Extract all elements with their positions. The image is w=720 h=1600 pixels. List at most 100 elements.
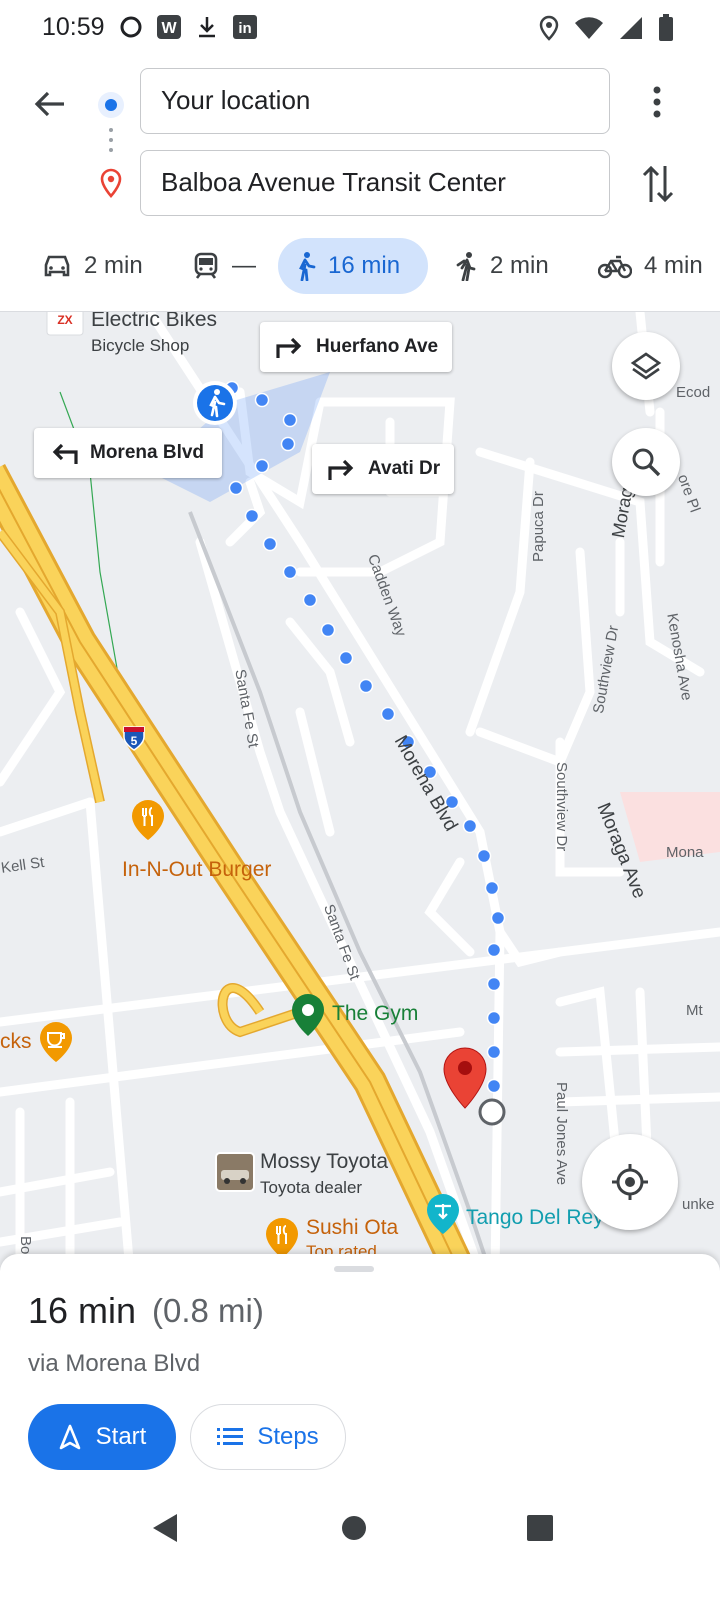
route-dot <box>476 848 492 864</box>
status-time: 10:59 <box>42 13 105 41</box>
route-dot <box>380 706 396 722</box>
poi-sushi-ota[interactable]: Sushi Ota <box>306 1216 398 1240</box>
route-via: via Morena Blvd <box>28 1350 201 1377</box>
wifi-icon <box>575 17 603 39</box>
restaurant-pin-icon[interactable] <box>130 798 166 842</box>
poi-the-gym[interactable]: The Gym <box>332 1002 418 1026</box>
turn-card-morena[interactable]: Morena Blvd <box>34 428 222 478</box>
turn-right-icon <box>276 337 302 358</box>
route-summary-sheet[interactable]: 16 min (0.8 mi) via Morena Blvd Start St… <box>0 1254 720 1490</box>
current-location-walker-icon <box>193 381 237 425</box>
route-dot <box>282 412 298 428</box>
origin-field[interactable]: Your location <box>140 68 610 134</box>
mossy-toyota-thumbnail[interactable] <box>215 1152 255 1192</box>
tab-transit-label: — <box>232 252 256 279</box>
svg-text:W: W <box>161 20 177 37</box>
transit-icon <box>194 252 218 279</box>
rideshare-icon <box>456 252 476 281</box>
route-duration: 16 min <box>28 1290 137 1331</box>
map-view[interactable]: 5 Cadden Way Papuca Dr Southview Dr Sout… <box>0 312 720 1272</box>
tab-rideshare-label: 2 min <box>490 252 549 279</box>
poi-mossy-toyota[interactable]: Mossy Toyota <box>260 1150 388 1174</box>
my-location-button[interactable] <box>582 1134 678 1230</box>
poi-electric-bikes[interactable]: Electric Bikes <box>91 312 217 332</box>
route-dot <box>280 436 296 452</box>
sheet-drag-handle[interactable] <box>334 1266 374 1272</box>
tab-walk[interactable]: 16 min <box>278 238 428 294</box>
street-label: Papuca Dr <box>530 491 547 562</box>
w-app-icon: W <box>157 15 181 39</box>
route-dot <box>244 508 260 524</box>
route-dot <box>254 458 270 474</box>
street-label: Paul Jones Ave <box>553 1082 570 1186</box>
turn-card-label: Avati Dr <box>368 458 441 479</box>
recents-nav-icon[interactable] <box>526 1514 554 1542</box>
connector-dots <box>109 128 113 158</box>
turn-right-icon <box>328 459 354 480</box>
navigation-arrow-icon <box>59 1424 80 1450</box>
route-dot <box>490 910 506 926</box>
walk-icon <box>299 252 316 281</box>
poi-cks[interactable]: cks <box>0 1030 32 1054</box>
route-distance: (0.8 mi) <box>152 1292 264 1329</box>
battery-icon <box>659 14 673 41</box>
poi-tango-del-rey[interactable]: Tango Del Rey <box>466 1206 604 1230</box>
bike-shop-icon: ZX <box>46 312 84 336</box>
layers-button[interactable] <box>612 332 680 400</box>
location-icon <box>539 15 559 41</box>
origin-dot-icon <box>98 92 124 118</box>
start-button[interactable]: Start <box>28 1404 176 1470</box>
steps-button-label: Steps <box>257 1423 319 1450</box>
travel-mode-tabs: 2 min — 16 min 2 min 4 min <box>0 232 720 312</box>
turn-card-avati[interactable]: Avati Dr <box>312 444 455 494</box>
tab-rideshare[interactable]: 2 min <box>438 238 565 294</box>
route-end-icon <box>478 1098 506 1126</box>
list-icon <box>217 1428 244 1445</box>
sync-icon <box>120 16 142 38</box>
swap-icon[interactable] <box>640 162 676 206</box>
download-icon <box>199 17 215 38</box>
start-button-label: Start <box>95 1423 147 1450</box>
street-label: Southview Dr <box>553 762 570 852</box>
more-options-icon[interactable] <box>642 82 672 122</box>
interstate-shield-icon: 5 <box>123 726 145 751</box>
tab-walk-label: 16 min <box>328 252 401 279</box>
route-dot <box>282 564 298 580</box>
destination-pin-icon <box>100 168 122 198</box>
tab-drive-label: 2 min <box>84 252 143 279</box>
back-arrow-icon[interactable] <box>30 84 70 124</box>
route-dot <box>484 880 500 896</box>
route-dot <box>486 976 502 992</box>
poi-in-n-out[interactable]: In-N-Out Burger <box>122 858 271 882</box>
street-label: Mt <box>686 1002 703 1019</box>
turn-card-label: Morena Blvd <box>90 442 205 463</box>
gym-pin-icon[interactable] <box>290 992 326 1038</box>
svg-text:in: in <box>238 20 251 37</box>
turn-card-huerfano[interactable]: Huerfano Ave <box>260 322 453 372</box>
back-nav-icon[interactable] <box>150 1512 180 1544</box>
cafe-pin-icon[interactable] <box>38 1020 74 1064</box>
street-label: Mona <box>666 844 704 861</box>
tab-drive[interactable]: 2 min <box>26 238 159 294</box>
destination-field[interactable]: Balboa Avenue Transit Center <box>140 150 610 216</box>
tab-bike[interactable]: 4 min <box>582 238 719 294</box>
poi-electric-bikes-sub: Bicycle Shop <box>91 336 190 355</box>
route-dot <box>254 392 270 408</box>
tango-pin-icon[interactable] <box>425 1192 461 1236</box>
route-dot <box>462 818 478 834</box>
tab-transit[interactable]: — <box>176 238 272 294</box>
route-dot <box>486 1010 502 1026</box>
home-nav-icon[interactable] <box>340 1514 368 1542</box>
route-dot <box>358 678 374 694</box>
turn-left-icon <box>52 443 78 464</box>
layers-icon <box>630 352 662 380</box>
signal-icon <box>620 17 642 39</box>
route-dot <box>302 592 318 608</box>
route-dot <box>228 480 244 496</box>
search-map-button[interactable] <box>612 428 680 496</box>
street-label: Bo <box>17 1236 34 1255</box>
steps-button[interactable]: Steps <box>190 1404 346 1470</box>
street-label: Ecod <box>676 384 711 401</box>
route-dot <box>262 536 278 552</box>
status-bar: 10:59 W in <box>0 0 720 56</box>
